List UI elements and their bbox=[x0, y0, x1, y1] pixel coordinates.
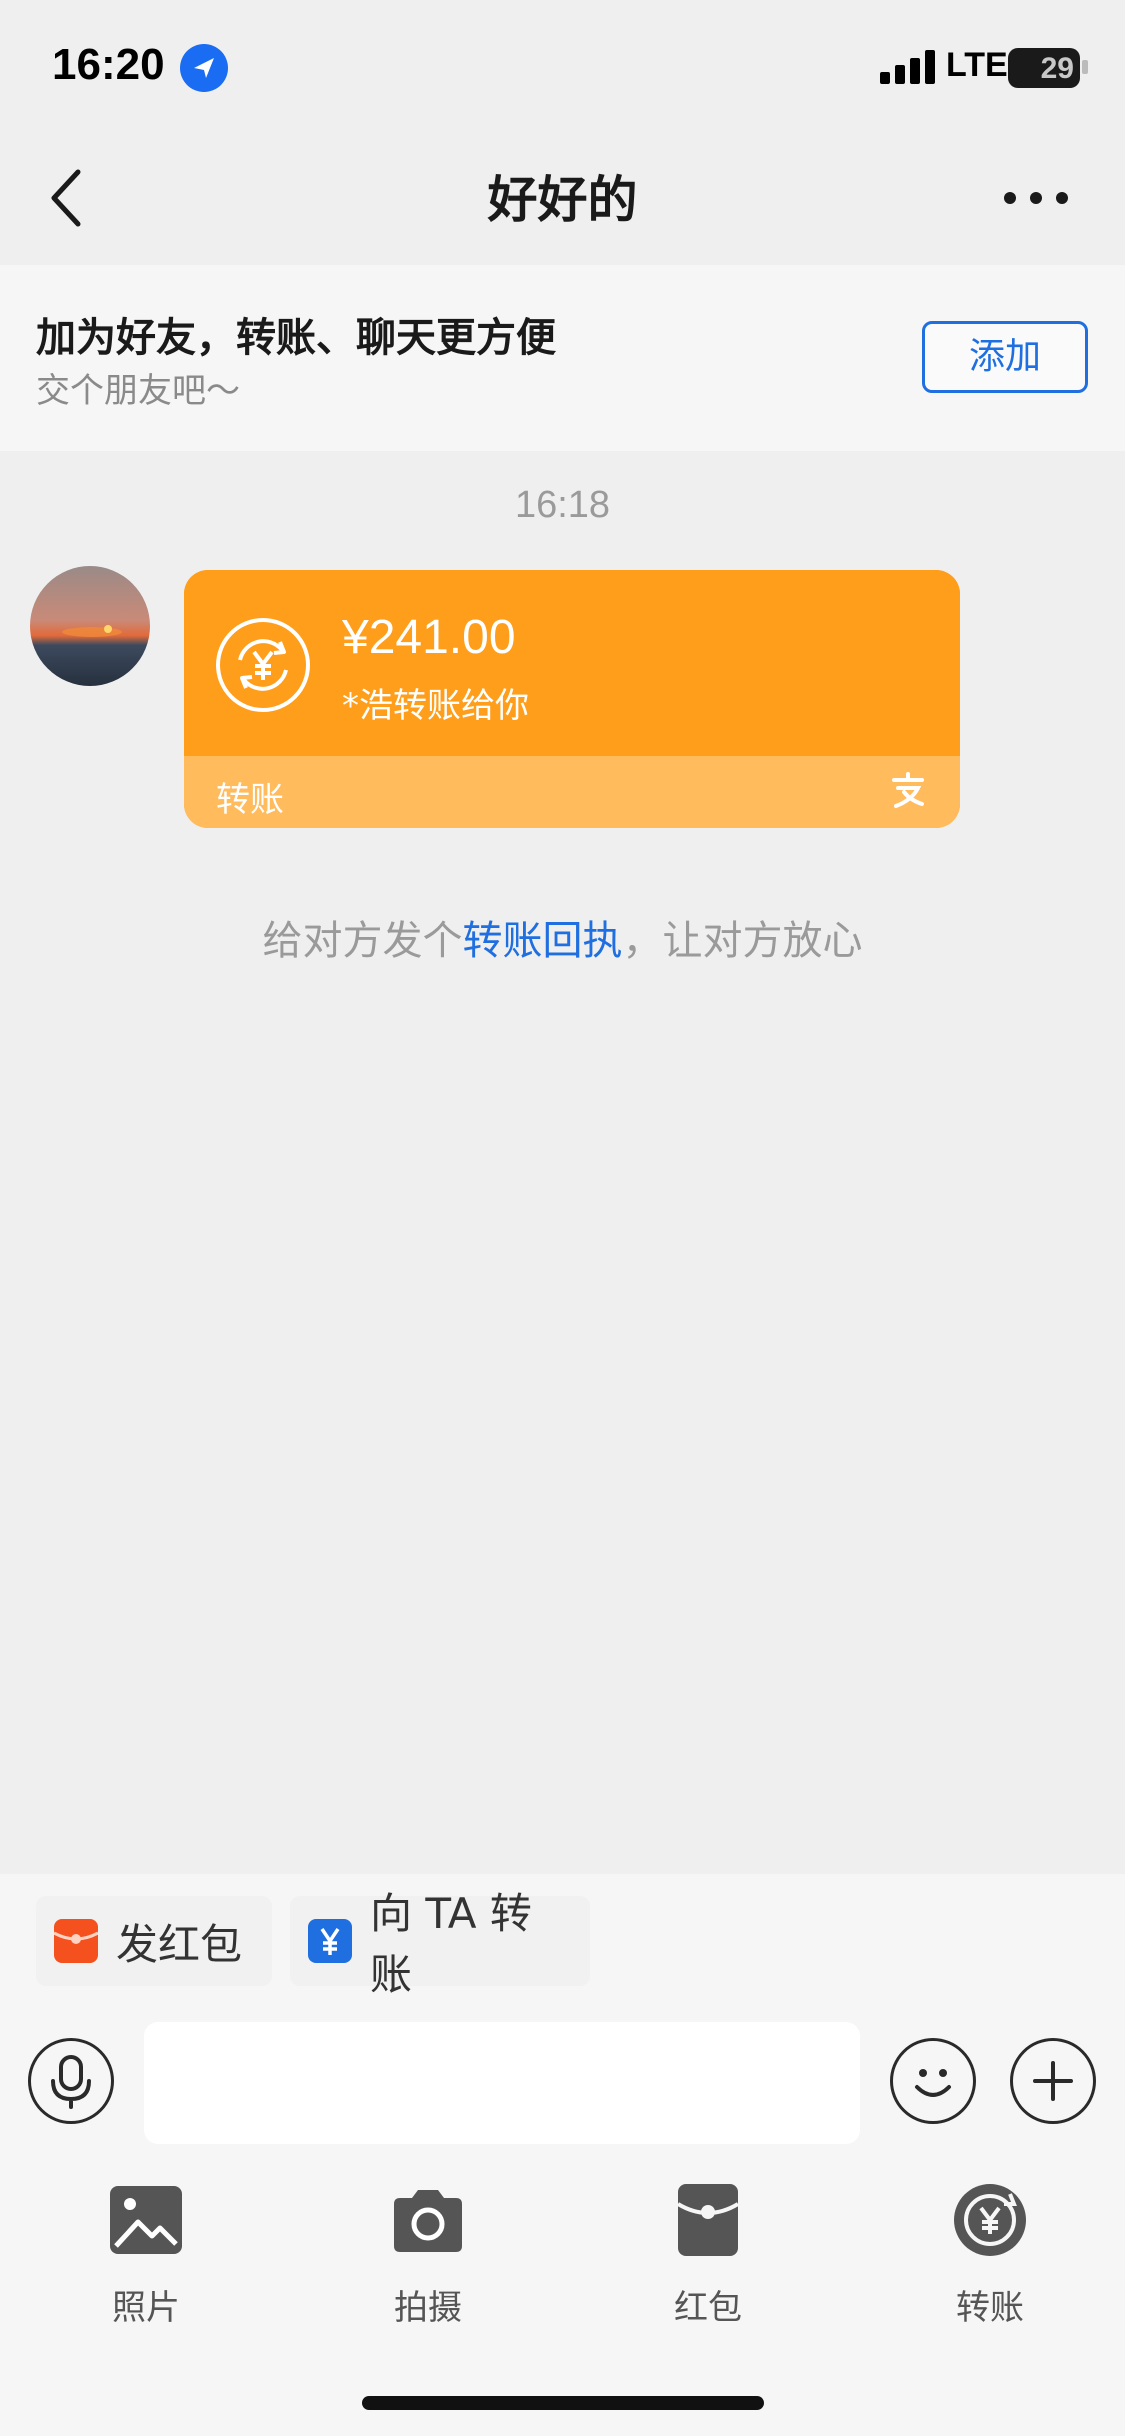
banner-title: 加为好友，转账、聊天更方便 bbox=[36, 315, 556, 361]
toolbar-item-camera[interactable]: 拍摄 bbox=[338, 2182, 518, 2329]
toolbar-label: 拍摄 bbox=[394, 2288, 462, 2328]
transfer-icon bbox=[952, 2182, 1028, 2258]
toolbar-item-red-envelope[interactable]: 红包 bbox=[618, 2182, 798, 2329]
transfer-card-label: 转账 bbox=[216, 780, 284, 820]
receipt-hint: 给对方发个转账回执，让对方放心 bbox=[0, 908, 1125, 966]
page-title: 好好的 bbox=[487, 171, 638, 229]
transfer-receipt-link[interactable]: 转账回执 bbox=[463, 918, 623, 964]
photo-icon bbox=[108, 2182, 184, 2258]
transfer-card-footer: 转账 bbox=[184, 756, 960, 828]
home-indicator bbox=[362, 2396, 764, 2410]
toolbar-label: 照片 bbox=[112, 2288, 180, 2328]
alipay-icon bbox=[892, 772, 924, 808]
transfer-to-ta-chip[interactable]: 向 TA 转账 bbox=[290, 1889, 590, 1999]
more-actions-button[interactable] bbox=[1010, 2038, 1096, 2124]
status-time: 16:20 bbox=[52, 40, 165, 89]
transfer-yuan-icon bbox=[216, 618, 310, 712]
red-envelope-icon bbox=[670, 2182, 746, 2258]
voice-input-button[interactable] bbox=[28, 2038, 114, 2124]
chip-label: 发红包 bbox=[116, 1919, 243, 1969]
quick-actions-bar: 发红包 向 TA 转账 bbox=[0, 1874, 1125, 2014]
emoji-button[interactable] bbox=[890, 2038, 976, 2124]
message-text-input[interactable] bbox=[144, 2022, 860, 2144]
send-red-envelope-chip[interactable]: 发红包 bbox=[36, 1896, 272, 1986]
transfer-description: *浩转账给你 bbox=[342, 686, 529, 726]
signal-icon bbox=[880, 50, 935, 84]
message-input-bar bbox=[0, 2014, 1125, 2162]
plus-icon bbox=[1033, 2061, 1073, 2101]
more-options-icon[interactable] bbox=[1000, 180, 1072, 216]
red-envelope-icon bbox=[54, 1919, 98, 1963]
message-timestamp: 16:18 bbox=[514, 484, 611, 526]
attachment-toolbar: 照片 拍摄 红包 转账 bbox=[0, 2162, 1125, 2436]
banner-subtitle: 交个朋友吧～ bbox=[36, 371, 240, 411]
battery-icon: 29 bbox=[1008, 48, 1080, 88]
hint-prefix: 给对方发个 bbox=[262, 918, 463, 964]
battery-cap bbox=[1082, 60, 1088, 74]
transfer-amount: ¥241.00 bbox=[342, 611, 516, 664]
transfer-card-body: ¥241.00 *浩转账给你 bbox=[184, 570, 960, 756]
network-type: LTE bbox=[946, 46, 1008, 84]
camera-icon bbox=[390, 2182, 466, 2258]
toolbar-item-transfer[interactable]: 转账 bbox=[900, 2182, 1080, 2329]
avatar[interactable] bbox=[30, 566, 150, 686]
transfer-message-card[interactable]: ¥241.00 *浩转账给你 转账 bbox=[184, 570, 960, 828]
toolbar-item-photo[interactable]: 照片 bbox=[56, 2182, 236, 2329]
microphone-icon bbox=[51, 2055, 91, 2109]
location-arrow-icon bbox=[180, 44, 228, 92]
smiley-icon bbox=[915, 2069, 951, 2097]
toolbar-label: 红包 bbox=[674, 2288, 742, 2328]
battery-level: 29 bbox=[1040, 52, 1074, 85]
toolbar-label: 转账 bbox=[956, 2288, 1024, 2328]
hint-suffix: ，让对方放心 bbox=[622, 918, 863, 964]
add-friend-banner: 加为好友，转账、聊天更方便 交个朋友吧～ 添加 bbox=[0, 265, 1125, 451]
add-friend-button[interactable]: 添加 bbox=[922, 321, 1088, 393]
chip-label: 向 TA 转账 bbox=[370, 1889, 532, 1999]
transfer-icon bbox=[308, 1919, 352, 1963]
